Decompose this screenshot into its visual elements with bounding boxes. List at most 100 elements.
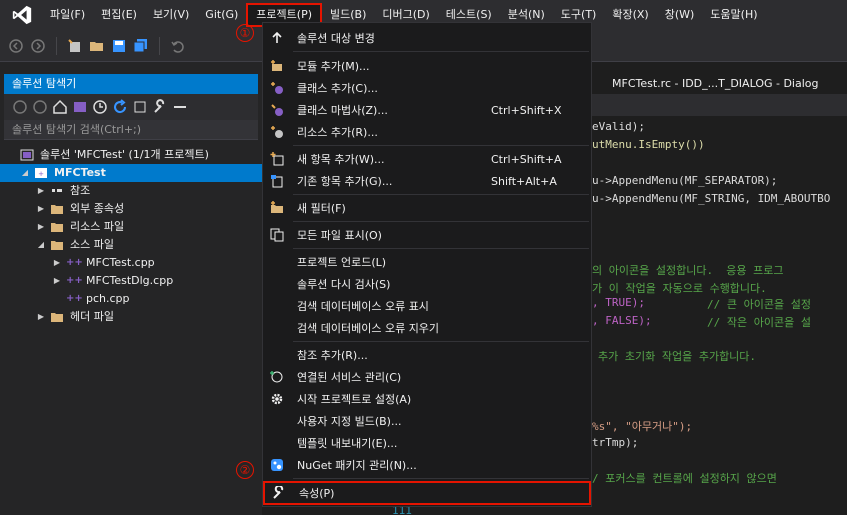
menu-edit[interactable]: 편집(E) (93, 3, 145, 27)
new-filter-icon (269, 200, 285, 216)
save-all-icon[interactable] (133, 38, 149, 54)
tree-item-references[interactable]: ▶ 참조 (0, 182, 262, 200)
expand-arrow-icon[interactable]: ▶ (36, 218, 46, 236)
menu-item-manage-nuget-packages[interactable]: NuGet 패키지 관리(N)... (263, 454, 591, 476)
editor-tab[interactable]: MFCTest.rc - IDD_...T_DIALOG - Dialog (612, 74, 819, 94)
menu-item-label: 리소스 추가(R)... (297, 126, 378, 139)
menu-item-shortcut: Ctrl+Shift+A (491, 152, 562, 166)
tree-item-label: 참조 (70, 184, 91, 197)
add-module-icon (269, 58, 285, 74)
menu-item-add-existing-item[interactable]: 기존 항목 추가(G)... Shift+Alt+A (263, 170, 591, 192)
menu-item-label: 모듈 추가(M)... (297, 60, 370, 73)
code-line: trTmp); (592, 436, 639, 449)
menu-item-manage-connected-services[interactable]: 연결된 서비스 관리(C) (263, 366, 591, 388)
tree-item-resource-files[interactable]: ▶ 리소스 파일 (0, 218, 262, 236)
menu-extensions[interactable]: 확장(X) (604, 3, 656, 27)
tree-item-source-files[interactable]: ◢ 소스 파일 (0, 236, 262, 254)
tree-project-node[interactable]: ◢ + MFCTest (0, 164, 262, 182)
menu-help[interactable]: 도움말(H) (702, 3, 765, 27)
menu-item-properties[interactable]: 속성(P) (263, 481, 591, 505)
menu-item-retarget-solution[interactable]: 솔루션 대상 변경 (263, 27, 591, 49)
code-line: utMenu.IsEmpty()) (592, 138, 705, 151)
tree-solution-node[interactable]: 솔루션 'MFCTest' (1/1개 프로젝트) (0, 146, 262, 164)
tree-item-label: 소스 파일 (70, 238, 114, 251)
cpp-file-icon: ++ (66, 275, 83, 286)
tree-item-file[interactable]: ▶ ++ MFCTest.cpp (0, 254, 262, 272)
back-icon[interactable] (12, 99, 28, 115)
existing-item-icon (269, 173, 285, 189)
up-arrow-icon (269, 30, 285, 46)
refresh-icon[interactable] (112, 99, 128, 115)
pin-icon[interactable] (172, 99, 188, 115)
menu-window[interactable]: 창(W) (657, 3, 703, 27)
code-line: eValid); (592, 120, 645, 133)
menu-item-add-new-item[interactable]: 새 항목 추가(W)... Ctrl+Shift+A (263, 148, 591, 170)
expand-arrow-icon[interactable]: ▶ (52, 272, 62, 290)
solution-explorer-search-input[interactable]: 솔루션 탐색기 검색(Ctrl+;) (4, 120, 258, 140)
menu-item-display-browse-db-errors[interactable]: 검색 데이터베이스 오류 표시 (263, 295, 591, 317)
class-wizard-icon (269, 102, 285, 118)
history-icon[interactable] (92, 99, 108, 115)
open-folder-icon[interactable] (89, 38, 105, 54)
menu-git[interactable]: Git(G) (197, 3, 246, 27)
menu-item-add-module[interactable]: 모듈 추가(M)... (263, 55, 591, 77)
expand-arrow-icon[interactable]: ▶ (36, 200, 46, 218)
new-project-icon[interactable] (67, 38, 83, 54)
undo-icon[interactable] (170, 38, 186, 54)
code-line: 의 아이콘을 설정합니다. 응용 프로그 (592, 264, 784, 277)
menu-view[interactable]: 보기(V) (145, 3, 197, 27)
home-icon[interactable] (52, 99, 68, 115)
menu-item-label: 프로젝트 언로드(L) (297, 256, 387, 269)
code-line: , FALSE); (592, 314, 652, 327)
menu-item-label: 솔루션 대상 변경 (297, 32, 375, 45)
expand-arrow-icon[interactable]: ▶ (36, 182, 46, 200)
menu-item-class-wizard[interactable]: 클래스 마법사(Z)... Ctrl+Shift+X (263, 99, 591, 121)
menu-separator (293, 51, 589, 52)
wrench-icon (271, 485, 287, 501)
menu-item-new-filter[interactable]: 새 필터(F) (263, 197, 591, 219)
code-line: u->AppendMenu(MF_STRING, IDM_ABOUTBO (592, 192, 831, 205)
menu-item-label: 검색 데이터베이스 오류 지우기 (297, 322, 440, 335)
nuget-icon (269, 457, 285, 473)
menu-item-label: 새 항목 추가(W)... (297, 153, 385, 166)
menu-item-rescan-solution[interactable]: 솔루션 다시 검사(S) (263, 273, 591, 295)
forward-icon[interactable] (30, 38, 46, 54)
tree-item-file[interactable]: ++ pch.cpp (0, 290, 262, 308)
code-line: // 큰 아이콘을 설정 (707, 298, 811, 311)
menu-item-build-customizations[interactable]: 사용자 지정 빌드(B)... (263, 410, 591, 432)
menu-item-export-template[interactable]: 템플릿 내보내기(E)... (263, 432, 591, 454)
code-line: %s", "아무거나"); (592, 420, 693, 433)
menu-item-show-all-files[interactable]: 모든 파일 표시(O) (263, 224, 591, 246)
collapse-all-icon[interactable] (132, 99, 148, 115)
switch-views-icon[interactable] (72, 99, 88, 115)
menu-item-label: 기존 항목 추가(G)... (297, 175, 393, 188)
solution-tree: 솔루션 'MFCTest' (1/1개 프로젝트) ◢ + MFCTest ▶ … (0, 146, 262, 326)
menu-item-set-startup-project[interactable]: 시작 프로젝트로 설정(A) (263, 388, 591, 410)
solution-explorer-title: 솔루션 탐색기 (4, 74, 258, 94)
back-icon[interactable] (8, 38, 24, 54)
menu-item-add-reference[interactable]: 참조 추가(R)... (263, 344, 591, 366)
menu-item-add-class[interactable]: 클래스 추가(C)... (263, 77, 591, 99)
solution-icon (20, 149, 34, 161)
properties-wrench-icon[interactable] (152, 99, 168, 115)
menu-separator (293, 341, 589, 342)
menu-file[interactable]: 파일(F) (42, 3, 93, 27)
forward-icon[interactable] (32, 99, 48, 115)
menu-item-unload-project[interactable]: 프로젝트 언로드(L) (263, 251, 591, 273)
collapse-arrow-icon[interactable]: ◢ (36, 236, 46, 254)
tree-item-file[interactable]: ▶ ++ MFCTestDlg.cpp (0, 272, 262, 290)
menu-item-clear-browse-db-errors[interactable]: 검색 데이터베이스 오류 지우기 (263, 317, 591, 339)
collapse-arrow-icon[interactable]: ◢ (20, 164, 30, 182)
tree-item-label: 외부 종속성 (70, 202, 125, 215)
menu-separator (293, 221, 589, 222)
tree-item-external-dependencies[interactable]: ▶ 외부 종속성 (0, 200, 262, 218)
expand-arrow-icon[interactable]: ▶ (36, 308, 46, 326)
menu-item-label: 사용자 지정 빌드(B)... (297, 415, 402, 428)
save-icon[interactable] (111, 38, 127, 54)
expand-arrow-icon[interactable]: ▶ (52, 254, 62, 272)
tree-item-header-files[interactable]: ▶ 헤더 파일 (0, 308, 262, 326)
toolbar-separator (56, 36, 57, 55)
menu-item-add-resource[interactable]: 리소스 추가(R)... (263, 121, 591, 143)
blank-icon (269, 413, 285, 429)
code-line: 가 이 작업을 자동으로 수행합니다. (592, 282, 767, 295)
